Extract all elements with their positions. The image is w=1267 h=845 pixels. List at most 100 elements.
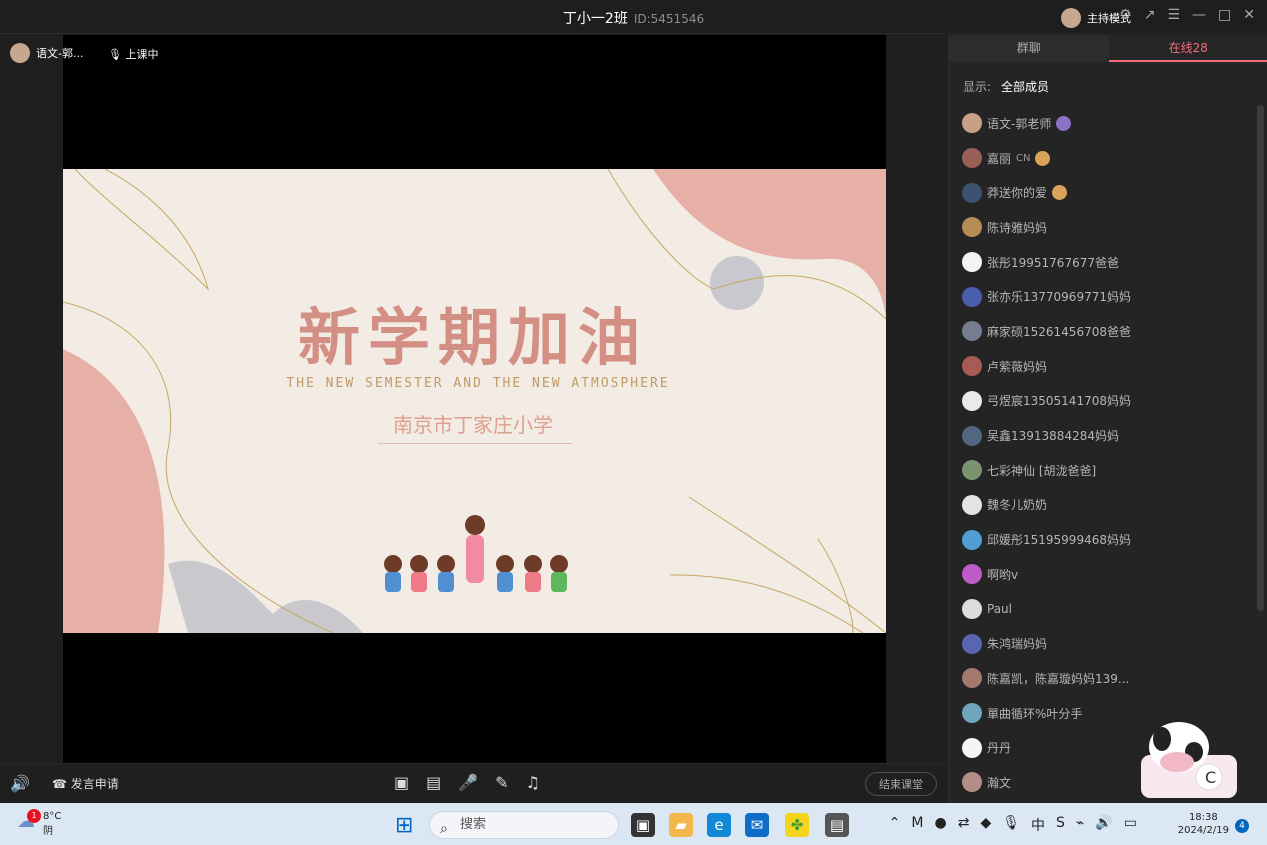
settings-tray-icon[interactable]: ⇄ — [958, 815, 970, 835]
avatar — [962, 390, 982, 411]
list-item[interactable]: 陈诗雅妈妈 — [962, 210, 1252, 245]
task-view-icon[interactable]: ▣ — [631, 813, 655, 837]
camera-off-icon[interactable]: ▣ — [394, 773, 409, 792]
list-item[interactable]: 语文-郭老师 — [962, 106, 1252, 141]
avatar — [962, 460, 982, 481]
classroom-controls: 🔊 ☎ 发言申请 ▣ ▤ 🎤 ✎ ♫ 结束课堂 — [0, 763, 948, 803]
member-filter[interactable]: 显示: 全部成员 — [963, 78, 1049, 95]
screen-share-icon[interactable]: ▤ — [426, 773, 441, 792]
end-class-button[interactable]: 结束课堂 — [865, 772, 937, 796]
member-list: 语文-郭老师 嘉丽 CN 莽送你的爱 陈诗雅妈妈 张彤19951767677爸爸 … — [962, 106, 1252, 800]
school-divider — [378, 443, 572, 444]
avatar — [962, 321, 982, 342]
app-tray-icon[interactable]: S — [1056, 815, 1065, 835]
list-item[interactable]: 卢萦薇妈妈 — [962, 349, 1252, 384]
member-list-scrollbar[interactable] — [1257, 105, 1264, 611]
edge-icon[interactable]: e — [707, 813, 731, 837]
member-name: 朱鸿瑞妈妈 — [987, 637, 1048, 652]
music-icon[interactable]: ♫ — [526, 773, 540, 792]
clock-time: 18:38 — [1188, 812, 1218, 823]
class-status-text: 上课中 — [125, 48, 159, 61]
battery-icon[interactable]: ▭ — [1124, 815, 1137, 835]
list-item[interactable]: 弓煜宸13505141708妈妈 — [962, 384, 1252, 419]
avatar — [962, 737, 982, 758]
svg-text:C: C — [1205, 768, 1216, 787]
weather-widget[interactable]: ☁ 1 8°C 阴 — [17, 809, 61, 837]
classroom-main: 语文-郭... 🎙 上课中 新学期加油 THE NEW SEMESTER AND… — [0, 35, 948, 803]
taskbar-search[interactable]: ⌕ 搜索 — [429, 811, 619, 839]
search-icon: ⌕ — [440, 821, 448, 837]
tab-group-chat[interactable]: 群聊 — [949, 35, 1109, 62]
presenter-name: 语文-郭... — [36, 47, 84, 60]
member-name: 卢萦薇妈妈 — [987, 359, 1048, 374]
clock-date: 2024/2/19 — [1177, 825, 1229, 836]
search-placeholder: 搜索 — [460, 817, 487, 832]
recording-icon[interactable]: ● — [934, 815, 946, 835]
class-id: ID:5451546 — [633, 12, 705, 26]
member-name: 瀚文 — [987, 775, 1012, 790]
list-item[interactable]: 啊哟v — [962, 557, 1252, 592]
tab-online[interactable]: 在线28 — [1108, 35, 1267, 62]
list-item[interactable]: 陈嘉凯，陈嘉璇妈妈139... — [962, 661, 1252, 696]
list-item[interactable]: 麻家硕15261456708爸爸 — [962, 314, 1252, 349]
mail-tray-icon[interactable]: M — [911, 815, 923, 835]
avatar — [962, 668, 982, 689]
media-tools: ▣ ▤ 🎤 ✎ ♫ — [394, 773, 540, 792]
minimize-icon[interactable]: — — [1192, 7, 1206, 23]
classroom-app-icon[interactable]: ✤ — [785, 813, 809, 837]
volume-icon[interactable]: 🔊 — [1095, 815, 1112, 835]
menu-icon[interactable]: ☰ — [1167, 7, 1180, 23]
windows-start-icon[interactable]: ⊞ — [395, 813, 413, 838]
weather-description: 阴 — [43, 826, 53, 837]
list-item[interactable]: 张彤19951767677爸爸 — [962, 245, 1252, 280]
presenter-label: 语文-郭... — [10, 43, 83, 63]
avatar — [962, 529, 982, 550]
teacher-badge-icon — [1056, 115, 1072, 131]
avatar — [962, 703, 982, 724]
avatar — [962, 217, 982, 238]
list-item[interactable]: 吴鑫13913884284妈妈 — [962, 418, 1252, 453]
settings-icon[interactable]: ⚙ — [1119, 7, 1132, 23]
avatar — [962, 182, 982, 203]
notification-badge[interactable]: 4 — [1235, 819, 1249, 833]
member-tag: CN — [1016, 152, 1031, 164]
member-name: 陈嘉凯，陈嘉璇妈妈139... — [987, 671, 1130, 686]
list-item[interactable]: 朱鸿瑞妈妈 — [962, 626, 1252, 661]
list-item[interactable]: 张亦乐13770969771妈妈 — [962, 279, 1252, 314]
close-icon[interactable]: ✕ — [1243, 7, 1255, 23]
avatar — [962, 286, 982, 307]
edit-icon[interactable]: ✎ — [495, 773, 508, 792]
list-item[interactable]: Paul — [962, 592, 1252, 627]
avatar — [962, 113, 982, 134]
avatar — [962, 772, 982, 793]
filter-label: 显示: — [963, 80, 992, 94]
mail-icon[interactable]: ✉ — [745, 813, 769, 837]
slide-title: 新学期加油 — [297, 301, 648, 374]
list-item[interactable]: 魏冬儿奶奶 — [962, 488, 1252, 523]
share-icon[interactable]: ↗ — [1144, 7, 1156, 23]
avatar — [962, 598, 982, 619]
file-explorer-icon[interactable]: ▰ — [669, 813, 693, 837]
list-item[interactable]: 莽送你的爱 — [962, 175, 1252, 210]
system-clock[interactable]: 18:38 2024/2/19 — [1178, 811, 1229, 837]
school-name: 南京市丁家庄小学 — [393, 413, 553, 437]
security-icon[interactable]: ◆ — [980, 815, 991, 835]
microphone-icon[interactable]: 🎤 — [458, 773, 478, 792]
microphone-tray-icon[interactable]: 🎙 — [1002, 815, 1020, 835]
list-item[interactable]: 邱媛彤15195999468妈妈 — [962, 522, 1252, 557]
input-method-icon[interactable]: 中 — [1031, 815, 1045, 835]
member-name: 嘉丽 — [987, 151, 1012, 166]
chevron-up-icon[interactable]: ⌃ — [889, 815, 901, 835]
maximize-icon[interactable]: □ — [1218, 7, 1231, 23]
speaker-icon[interactable]: 🔊 — [10, 774, 30, 793]
speech-request[interactable]: ☎ 发言申请 — [52, 775, 119, 792]
list-item[interactable]: 七彩神仙 [胡泷爸爸] — [962, 453, 1252, 488]
member-name: 魏冬儿奶奶 — [987, 498, 1048, 513]
presentation-app-icon[interactable]: ▤ — [825, 813, 849, 837]
children-illustration-icon — [384, 515, 568, 592]
list-item[interactable]: 嘉丽 CN — [962, 141, 1252, 176]
wifi-icon[interactable]: ⌁ — [1076, 815, 1084, 835]
member-name: 语文-郭老师 — [987, 116, 1052, 131]
member-name: 陈诗雅妈妈 — [987, 220, 1048, 235]
member-name: 單曲循环%叶分手 — [987, 706, 1083, 721]
